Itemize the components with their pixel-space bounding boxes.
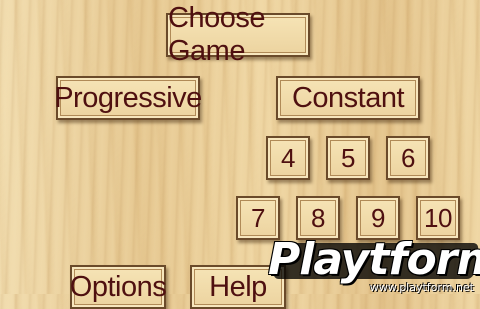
number-5-button[interactable]: 5 [326,136,370,180]
watermark-logo-text: Playtform [268,234,480,285]
number-9-button[interactable]: 9 [356,196,400,240]
progressive-mode-button[interactable]: Progressive [54,76,202,120]
constant-mode-button[interactable]: Constant [276,76,420,120]
watermark-background [272,243,480,279]
watermark-url: www.playtform.net [369,281,474,294]
number-6-button[interactable]: 6 [386,136,430,180]
number-10-button[interactable]: 10 [416,196,460,240]
choose-game-title: Choose Game [166,2,310,67]
number-4-button[interactable]: 4 [266,136,310,180]
number-8-button[interactable]: 8 [296,196,340,240]
options-button[interactable]: Options [70,265,167,309]
help-button[interactable]: Help [190,265,286,309]
number-7-button[interactable]: 7 [236,196,280,240]
playtform-watermark-logo: Playtform www.playtform.net [262,234,480,294]
